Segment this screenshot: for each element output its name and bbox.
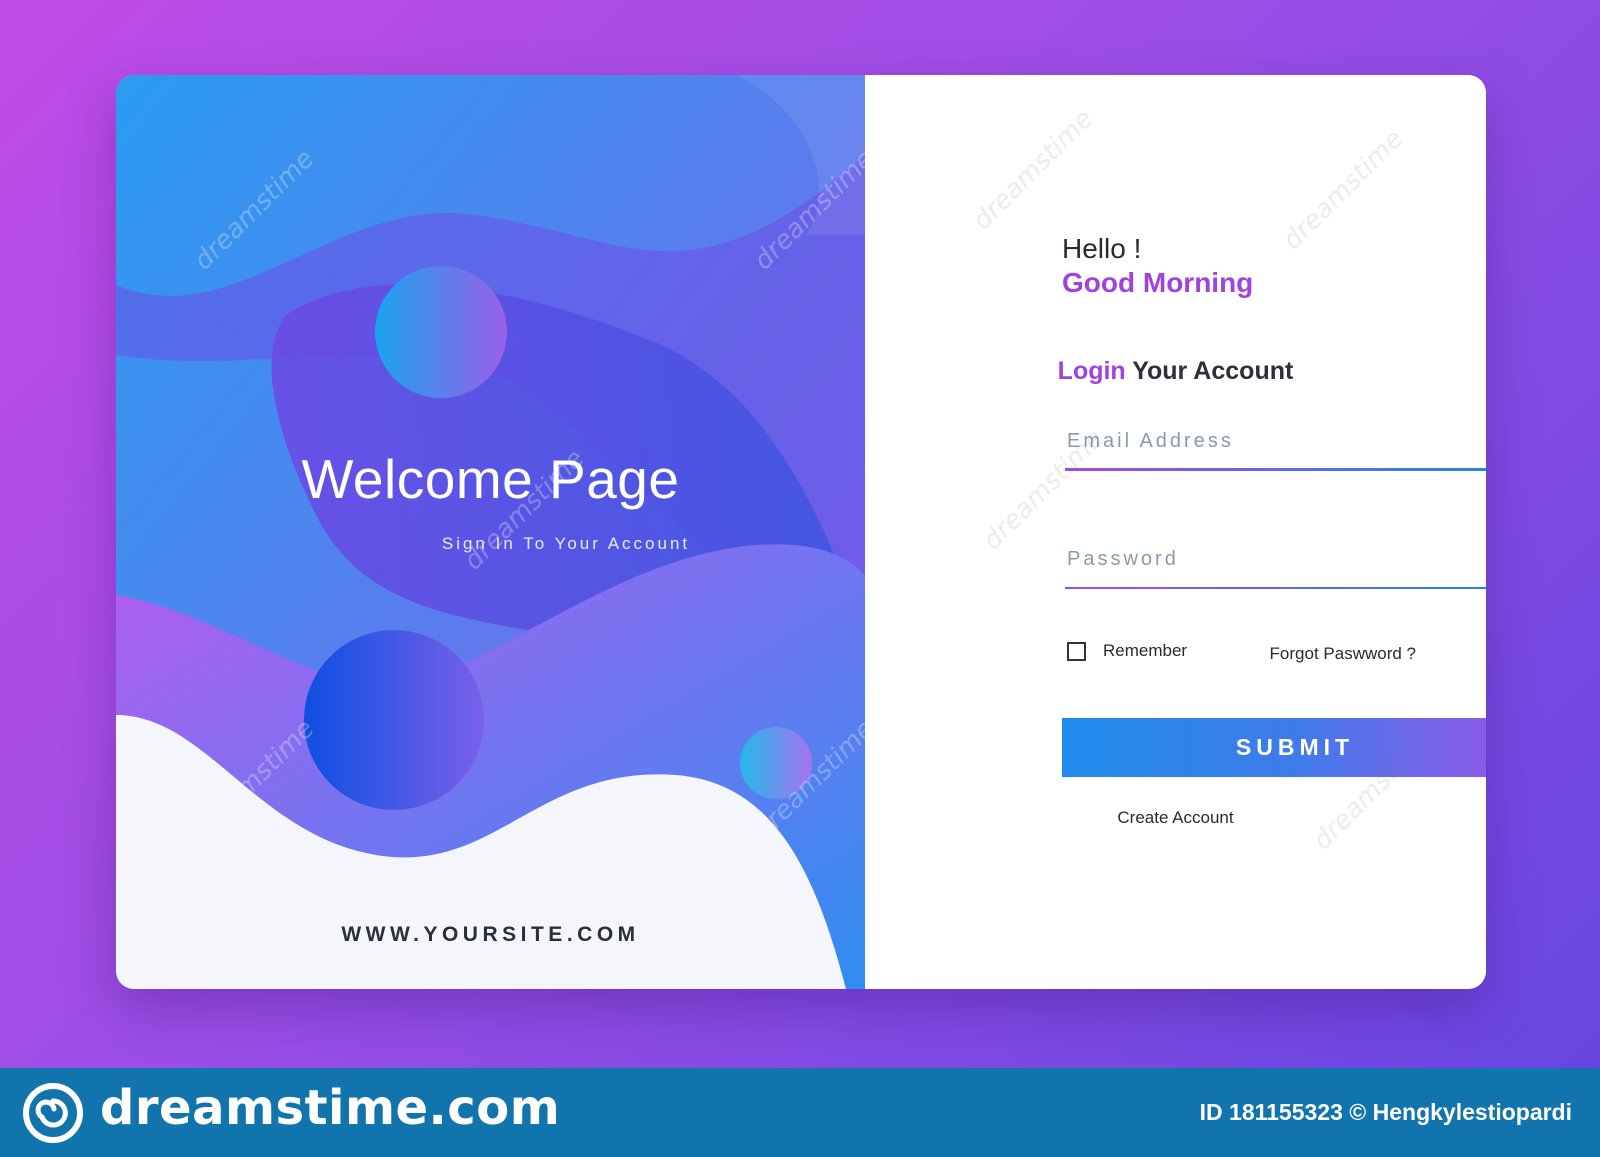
footer-bar: dreamstime.com ID 181155323 © Hengkylest… bbox=[0, 1068, 1600, 1157]
welcome-panel: Welcome Page Sign In To Your Account WWW… bbox=[116, 75, 865, 989]
welcome-subtitle: Sign In To Your Account bbox=[441, 534, 691, 553]
footer-brand[interactable]: dreamstime.com bbox=[100, 1080, 560, 1136]
remember-label[interactable]: Remember bbox=[1103, 641, 1187, 661]
footer-credit: ID 181155323 © Hengkylestiopardi bbox=[1199, 1099, 1572, 1125]
password-underline bbox=[1065, 587, 1486, 589]
greeting-text: Hello ! bbox=[1062, 233, 1142, 264]
watermark-text: dreamstime bbox=[1277, 123, 1410, 257]
spiral-logo-icon bbox=[23, 1083, 83, 1143]
welcome-title: Welcome Page bbox=[301, 448, 680, 510]
email-field bbox=[1065, 419, 1486, 471]
login-card: Welcome Page Sign In To Your Account WWW… bbox=[116, 75, 1486, 989]
login-heading: Login Your Account bbox=[865, 357, 1486, 386]
greeting-subtext: Good Morning bbox=[1062, 267, 1254, 298]
create-account-link[interactable]: Create Account bbox=[865, 808, 1486, 828]
email-underline bbox=[1065, 468, 1486, 471]
password-field bbox=[1065, 537, 1486, 589]
site-url[interactable]: WWW.YOURSITE.COM bbox=[116, 923, 865, 947]
password-input[interactable] bbox=[1065, 537, 1486, 581]
login-panel: Hello ! Good Morning Login Your Account … bbox=[865, 75, 1486, 989]
login-heading-rest: Your Account bbox=[1125, 357, 1294, 385]
email-input[interactable] bbox=[1065, 419, 1486, 463]
login-heading-highlight: Login bbox=[1057, 357, 1126, 385]
remember-row: Remember bbox=[1067, 641, 1187, 661]
watermark-text: dreamstime bbox=[967, 103, 1100, 237]
forgot-password-link[interactable]: Forgot Paswword ? bbox=[1270, 644, 1416, 664]
remember-checkbox[interactable] bbox=[1067, 641, 1086, 661]
